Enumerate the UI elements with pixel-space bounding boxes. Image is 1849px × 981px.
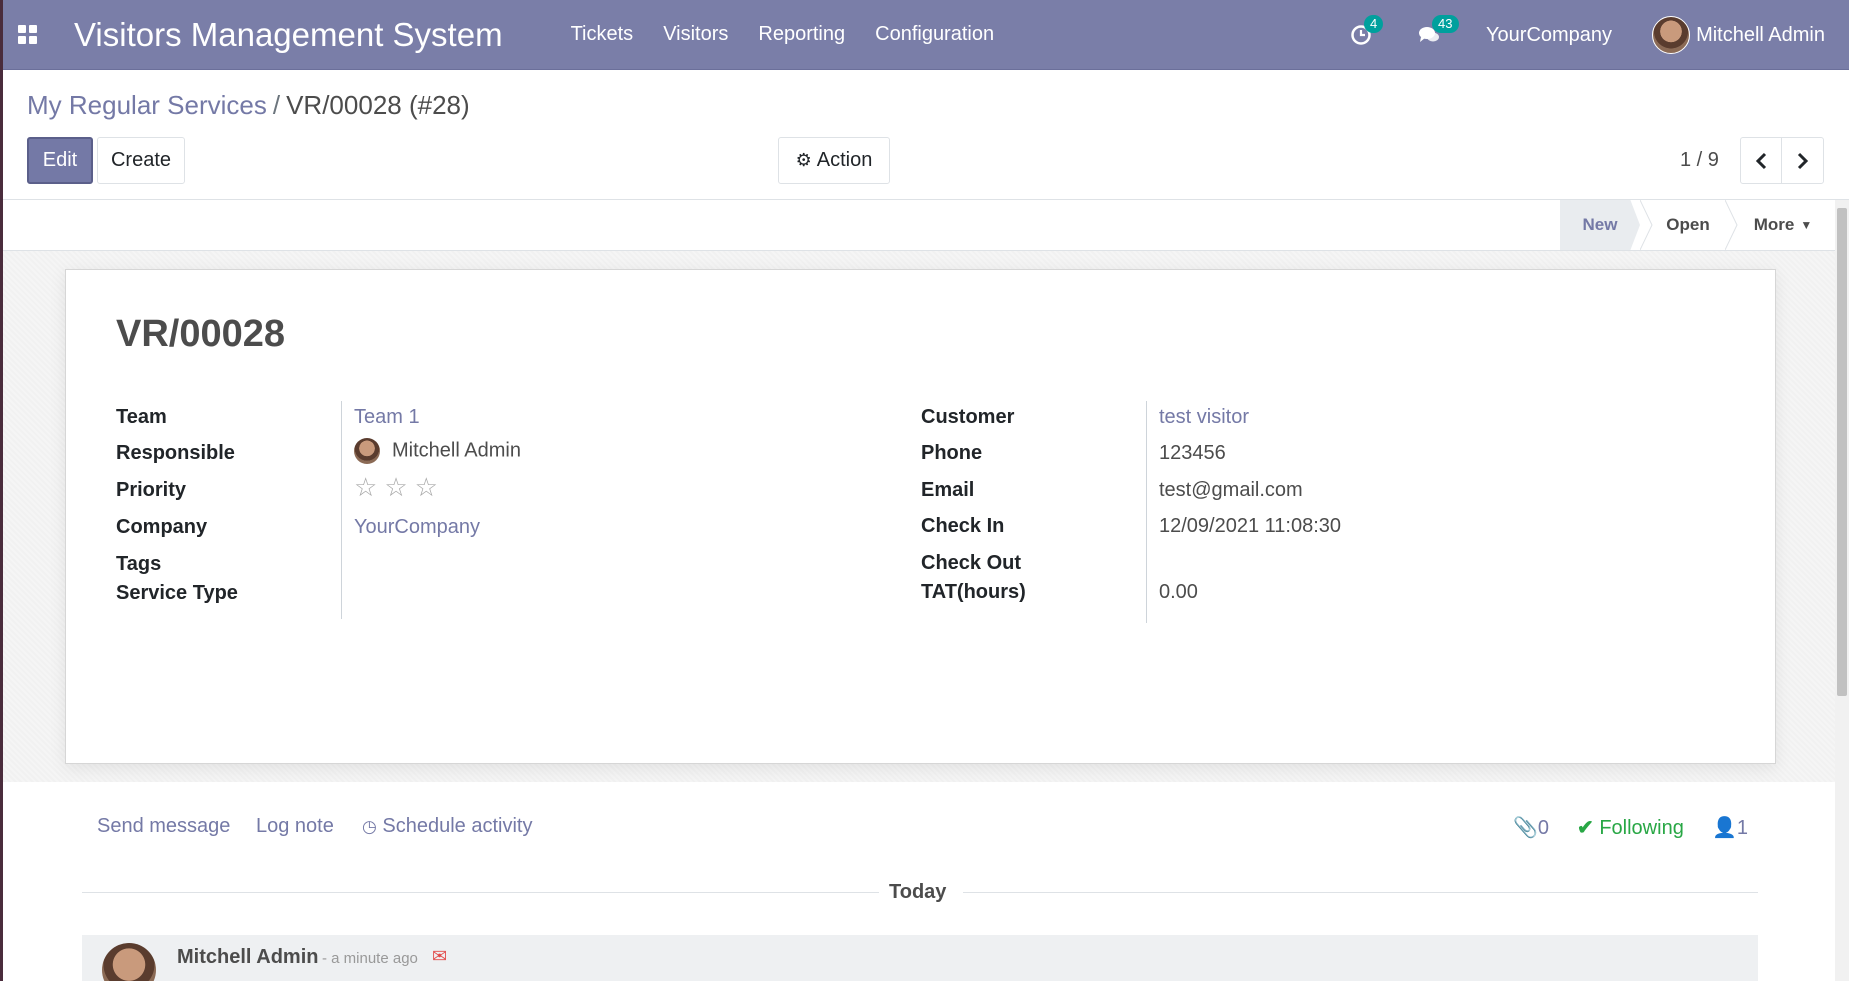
responsible-value[interactable]: Mitchell Admin bbox=[354, 438, 521, 464]
breadcrumb-parent[interactable]: My Regular Services bbox=[27, 90, 267, 120]
star-icon[interactable]: ☆ bbox=[415, 474, 438, 500]
stage-more-dropdown[interactable]: More ▼ bbox=[1743, 200, 1823, 250]
control-panel: My Regular Services / VR/00028 (#28) Edit … bbox=[3, 70, 1849, 200]
pager-previous-button[interactable] bbox=[1740, 137, 1782, 184]
chevron-right-icon bbox=[1797, 152, 1808, 169]
stage-separator bbox=[1725, 200, 1738, 250]
menu-tickets[interactable]: Tickets bbox=[571, 23, 634, 46]
clock-icon: ◷ bbox=[362, 817, 377, 836]
customer-label: Customer bbox=[921, 406, 1015, 428]
send-message-button[interactable]: Send message bbox=[97, 815, 230, 838]
check-icon: ✔ bbox=[1577, 817, 1594, 839]
top-navbar: Visitors Management System Tickets Visit… bbox=[0, 0, 1849, 70]
create-button[interactable]: Create bbox=[97, 137, 185, 184]
check-out-label: Check Out bbox=[921, 552, 1022, 574]
date-divider-line bbox=[963, 892, 1758, 893]
user-name: Mitchell Admin bbox=[1696, 23, 1825, 46]
following-label: Following bbox=[1599, 817, 1684, 839]
tat-hours-value: 0.00 bbox=[1159, 581, 1198, 603]
breadcrumb-separator: / bbox=[272, 90, 281, 120]
email-value: test@gmail.com bbox=[1159, 479, 1303, 501]
user-icon: 👤 bbox=[1712, 817, 1737, 839]
group-divider bbox=[1146, 401, 1147, 623]
responsible-name: Mitchell Admin bbox=[392, 439, 521, 462]
form-view: New Open More ▼ VR/00028 Team Team 1 Resp… bbox=[3, 200, 1835, 782]
schedule-activity-button[interactable]: ◷ Schedule activity bbox=[362, 815, 532, 838]
stage-new[interactable]: New bbox=[1560, 200, 1640, 250]
navbar-systray: 4 43 YourCompany Mitchell Admin bbox=[1350, 0, 1849, 70]
email-label: Email bbox=[921, 479, 975, 501]
date-divider-line bbox=[82, 892, 879, 893]
date-separator: Today bbox=[889, 881, 947, 903]
record-title: VR/00028 bbox=[116, 313, 286, 355]
team-value[interactable]: Team 1 bbox=[354, 406, 420, 429]
message-time: - a minute ago bbox=[322, 950, 418, 967]
window-edge bbox=[0, 0, 3, 981]
company-value[interactable]: YourCompany bbox=[354, 516, 480, 539]
menu-visitors[interactable]: Visitors bbox=[663, 23, 728, 46]
followers-button[interactable]: 👤1 bbox=[1712, 815, 1748, 840]
messaging-button[interactable]: 43 bbox=[1418, 15, 1459, 46]
chatter: Send message Log note ◷ Schedule activit… bbox=[3, 782, 1835, 981]
user-avatar bbox=[1652, 16, 1691, 54]
action-button[interactable]: ⚙ Action bbox=[778, 137, 890, 184]
chevron-left-icon bbox=[1755, 152, 1767, 169]
message-count-badge: 43 bbox=[1432, 15, 1459, 33]
check-in-value: 12/09/2021 11:08:30 bbox=[1159, 515, 1342, 537]
check-in-label: Check In bbox=[921, 515, 1005, 537]
action-label: Action bbox=[816, 149, 873, 171]
company-switcher[interactable]: YourCompany bbox=[1486, 24, 1612, 47]
apps-grid-icon bbox=[17, 25, 37, 44]
tags-label: Tags bbox=[116, 553, 162, 575]
stage-more-label: More bbox=[1753, 215, 1795, 234]
customer-value[interactable]: test visitor bbox=[1159, 406, 1249, 429]
schedule-activity-label: Schedule activity bbox=[382, 815, 533, 837]
form-sheet: VR/00028 Team Team 1 Responsible Mitchel… bbox=[65, 269, 1776, 764]
star-icon[interactable]: ☆ bbox=[384, 474, 407, 500]
main-menu: Tickets Visitors Reporting Configuration bbox=[571, 23, 1025, 46]
responsible-avatar bbox=[354, 438, 380, 464]
tat-hours-label: TAT(hours) bbox=[921, 581, 1026, 603]
log-note-button[interactable]: Log note bbox=[256, 815, 334, 838]
priority-widget: ☆ ☆ ☆ bbox=[354, 474, 438, 500]
chatter-message: Mitchell Admin - a minute ago ✉ bbox=[82, 935, 1758, 981]
attachments-count: 0 bbox=[1537, 817, 1550, 839]
caret-down-icon: ▼ bbox=[1800, 218, 1813, 232]
responsible-label: Responsible bbox=[116, 442, 235, 464]
followers-count: 1 bbox=[1736, 817, 1749, 839]
app-title: Visitors Management System bbox=[74, 15, 503, 53]
envelope-icon: ✉ bbox=[432, 946, 448, 966]
breadcrumb: My Regular Services / VR/00028 (#28) bbox=[27, 90, 470, 121]
team-label: Team bbox=[116, 406, 167, 428]
stage-open[interactable]: Open bbox=[1643, 200, 1733, 250]
star-icon[interactable]: ☆ bbox=[354, 474, 377, 500]
edit-button[interactable]: Edit bbox=[27, 137, 93, 184]
breadcrumb-current: VR/00028 (#28) bbox=[286, 90, 470, 120]
service-type-label: Service Type bbox=[116, 582, 238, 604]
statusbar: New Open More ▼ bbox=[3, 200, 1835, 251]
menu-configuration[interactable]: Configuration bbox=[875, 23, 994, 46]
pager-value[interactable]: 1 / 9 bbox=[1680, 149, 1719, 172]
priority-label: Priority bbox=[116, 479, 187, 501]
group-divider bbox=[341, 401, 342, 619]
menu-reporting[interactable]: Reporting bbox=[758, 23, 845, 46]
user-menu[interactable]: Mitchell Admin bbox=[1652, 16, 1825, 54]
scrollbar-thumb[interactable] bbox=[1837, 208, 1847, 696]
company-label: Company bbox=[116, 516, 208, 538]
gear-icon: ⚙ bbox=[795, 150, 812, 170]
apps-menu-button[interactable] bbox=[0, 0, 54, 70]
phone-label: Phone bbox=[921, 442, 983, 464]
activity-count-badge: 4 bbox=[1364, 15, 1384, 33]
following-button[interactable]: ✔ Following bbox=[1577, 815, 1684, 840]
activity-button[interactable]: 4 bbox=[1350, 15, 1384, 46]
phone-value: 123456 bbox=[1159, 442, 1226, 464]
attachments-button[interactable]: 📎0 bbox=[1513, 815, 1549, 840]
paperclip-icon: 📎 bbox=[1513, 817, 1538, 839]
message-author-avatar[interactable] bbox=[102, 943, 156, 981]
message-author[interactable]: Mitchell Admin bbox=[177, 946, 318, 969]
pager-next-button[interactable] bbox=[1781, 137, 1824, 184]
